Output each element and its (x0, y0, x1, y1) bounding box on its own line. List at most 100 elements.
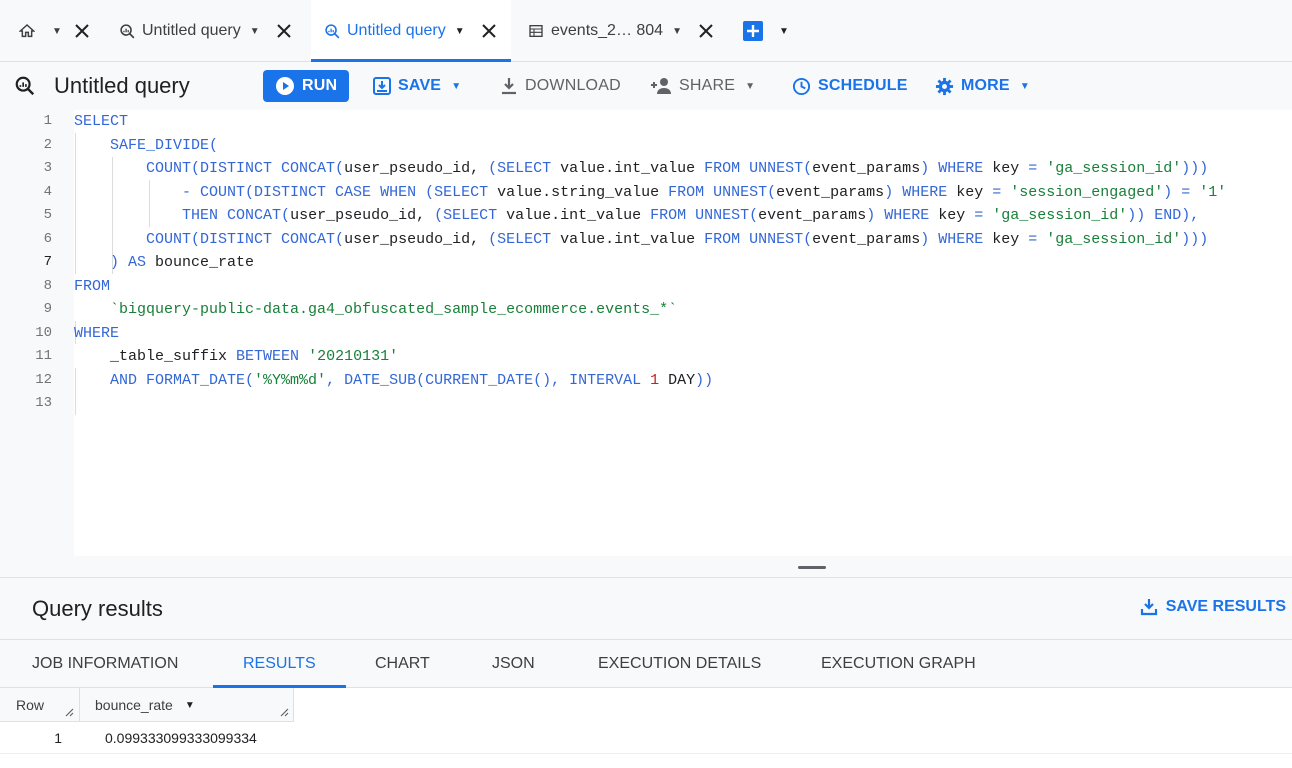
more-button[interactable]: MORE ▼ (935, 70, 1030, 102)
code-token: value.int_value (560, 230, 705, 248)
code-line: FROM (74, 275, 110, 299)
code-token: (SELECT (434, 207, 507, 224)
code-token: FROM UNNEST( (650, 207, 759, 224)
run-button[interactable]: RUN (263, 70, 350, 102)
close-icon[interactable] (74, 23, 90, 39)
query-icon (323, 22, 341, 40)
chevron-down-icon[interactable]: ▼ (455, 26, 465, 37)
tab-untitled-query-2[interactable]: Untitled query ▼ (311, 0, 511, 62)
tab-bar: ▼ Untitled query ▼ Untitled query ▼ even… (0, 0, 1292, 62)
gear-icon (935, 77, 954, 96)
save-button[interactable]: SAVE ▼ (373, 70, 461, 102)
column-resize-icon[interactable] (279, 707, 289, 717)
tab-execution-graph[interactable]: EXECUTION GRAPH (821, 640, 976, 688)
save-icon (373, 77, 391, 95)
code-token: ) AS (110, 254, 156, 271)
code-token: bounce_rate (155, 254, 255, 271)
new-tab-button[interactable]: ▼ (743, 0, 789, 62)
schedule-button[interactable]: SCHEDULE (792, 70, 908, 102)
code-line: SELECT (74, 110, 128, 134)
chevron-down-icon[interactable]: ▼ (52, 26, 62, 37)
code-token: = (1028, 230, 1047, 248)
tab-job-information[interactable]: JOB INFORMATION (32, 640, 178, 688)
close-icon[interactable] (276, 23, 292, 39)
code-token: '1' (1199, 183, 1227, 201)
query-results-header: Query results SAVE RESULTS (0, 578, 1292, 640)
share-button[interactable]: SHARE ▼ (650, 70, 755, 102)
tab-events-table[interactable]: events_2… 804 ▼ (527, 0, 714, 62)
tab-label: JOB INFORMATION (32, 655, 179, 672)
more-label: MORE (961, 77, 1010, 94)
chevron-down-icon[interactable]: ▼ (779, 26, 789, 37)
table-icon (527, 22, 545, 40)
download-icon (500, 77, 518, 95)
line-number: 9 (43, 301, 52, 317)
schedule-label: SCHEDULE (818, 77, 908, 94)
close-icon[interactable] (481, 23, 497, 39)
save-label: SAVE (398, 77, 442, 94)
code-token: BETWEEN (236, 348, 309, 365)
save-results-icon (1140, 598, 1158, 616)
code-token: ) = (1163, 183, 1200, 201)
code-token: ) WHERE (884, 183, 957, 201)
chevron-down-icon: ▼ (745, 80, 756, 92)
editor-resize-splitter[interactable] (0, 556, 1292, 578)
chevron-down-icon[interactable]: ▼ (250, 26, 260, 37)
code-token: = (1028, 160, 1047, 177)
column-resize-icon[interactable] (64, 707, 74, 717)
column-header-bounce-rate[interactable]: bounce_rate ▼ (95, 688, 195, 722)
code-token: ) WHERE (866, 207, 939, 224)
sql-editor[interactable]: 1 2 3 4 5 6 7 8 9 10 11 12 13 SELECT SAFE_DIVIDE( CO… (0, 110, 1292, 556)
run-label: RUN (302, 77, 338, 94)
code-area[interactable]: SELECT SAFE_DIVIDE( COUNT(DISTINCT CONCA… (74, 110, 1292, 556)
add-icon (743, 21, 763, 41)
code-line: WHERE (74, 322, 119, 346)
cell-value: 1 (54, 730, 62, 746)
line-number: 1 (43, 113, 52, 129)
line-number: 3 (43, 160, 52, 176)
tab-untitled-query-1[interactable]: Untitled query ▼ (118, 0, 292, 62)
line-number: 5 (43, 207, 52, 223)
code-token: ) WHERE (920, 160, 993, 177)
code-token: = (992, 183, 1011, 201)
chevron-down-icon[interactable]: ▼ (672, 26, 682, 37)
results-table: Row bounce_rate ▼ 1 0.099333099333099334 (0, 688, 1292, 768)
code-token: DAY (668, 371, 696, 389)
line-number: 10 (35, 324, 52, 341)
code-token: key (992, 160, 1029, 177)
tab-json[interactable]: JSON (492, 640, 535, 688)
code-token: ))) (1181, 230, 1209, 248)
code-token: user_pseudo_id, (344, 160, 489, 177)
code-token: user_pseudo_id, (290, 207, 435, 224)
drag-handle-icon[interactable] (798, 566, 826, 569)
close-icon[interactable] (698, 23, 714, 39)
tab-chart[interactable]: CHART (375, 640, 430, 688)
play-icon (275, 76, 295, 96)
download-button[interactable]: DOWNLOAD (500, 70, 621, 102)
tab-home[interactable]: ▼ (18, 0, 90, 62)
line-number: 6 (43, 230, 52, 247)
code-token: FROM (74, 277, 111, 295)
tab-execution-details[interactable]: EXECUTION DETAILS (598, 640, 761, 688)
bounce-rate-cell[interactable]: 0.099333099333099334 (105, 722, 257, 754)
home-icon (18, 22, 36, 40)
line-number: 8 (43, 277, 52, 294)
code-token: FROM UNNEST( (704, 230, 813, 248)
code-token: )) END), (1127, 207, 1200, 224)
sort-dropdown-icon[interactable]: ▼ (185, 700, 195, 711)
line-number: 13 (35, 395, 52, 411)
code-token: FROM UNNEST( (668, 183, 777, 201)
results-tabs: JOB INFORMATION RESULTS CHART JSON EXECU… (0, 640, 1292, 688)
code-line: `bigquery-public-data.ga4_obfuscated_sam… (74, 298, 677, 322)
tab-label: Untitled query (347, 22, 446, 39)
code-token: key (956, 183, 993, 201)
line-number: 4 (43, 183, 52, 200)
save-results-button[interactable]: SAVE RESULTS (1140, 598, 1286, 616)
tab-results[interactable]: RESULTS (213, 640, 346, 688)
code-token: 'ga_session_id' (1046, 230, 1182, 248)
share-label: SHARE (679, 77, 736, 94)
